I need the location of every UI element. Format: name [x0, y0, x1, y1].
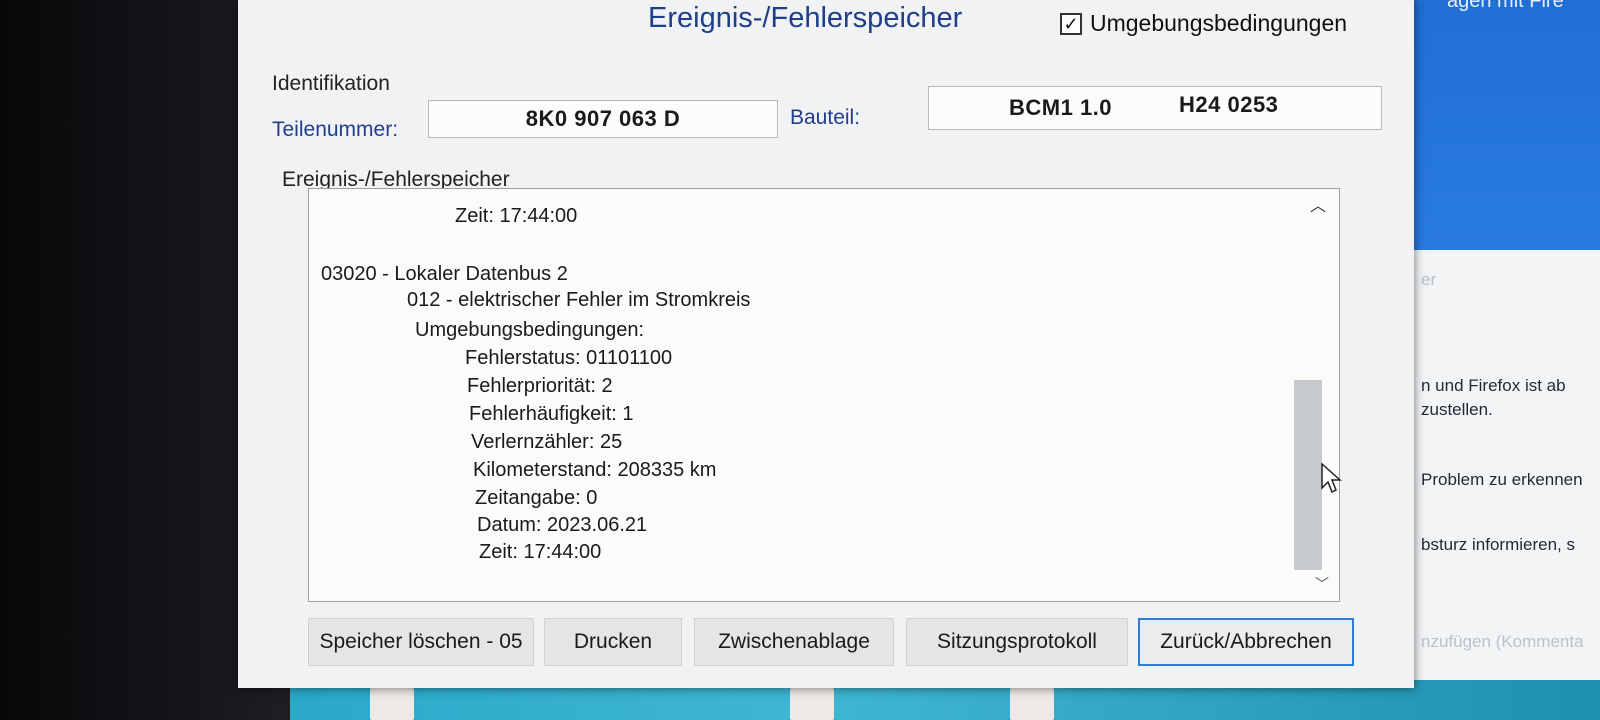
checkmark-icon: ✓ — [1063, 13, 1079, 34]
component-code: H24 0253 — [1179, 92, 1279, 117]
environment-conditions-checkbox[interactable]: ✓ Umgebungsbedingungen — [1060, 10, 1347, 37]
checkbox-box[interactable]: ✓ — [1060, 12, 1082, 35]
taskbar-app-icon[interactable] — [370, 688, 414, 720]
background-window-titlebar: agen mit Fire — [1395, 0, 1600, 250]
print-button[interactable]: Drucken — [544, 618, 682, 666]
part-number-field: 8K0 907 063 D — [428, 100, 778, 138]
part-number-value: 8K0 907 063 D — [525, 106, 681, 131]
scroll-up-icon[interactable]: ︿ — [1310, 192, 1326, 216]
taskbar-app-icon[interactable] — [1010, 688, 1054, 720]
background-text: er — [1421, 270, 1437, 289]
dialog-title: Ereignis-/Fehlerspeicher — [648, 2, 963, 34]
component-name: BCM1 1.0 — [1009, 95, 1113, 120]
log-line: Verlernzähler: 25 — [471, 431, 623, 453]
log-line: Zeit: 17:44:00 — [479, 541, 602, 563]
part-number-label: Teilenummer: — [272, 118, 399, 141]
scrollbar-thumb[interactable] — [1294, 380, 1322, 570]
session-log-button[interactable]: Sitzungsprotokoll — [906, 618, 1128, 666]
identification-label: Identifikation — [272, 72, 390, 95]
clipboard-button[interactable]: Zwischenablage — [694, 618, 894, 666]
mouse-cursor-icon — [1321, 462, 1342, 494]
fault-log-textarea[interactable]: Zeit: 17:44:00 03020 - Lokaler Datenbus … — [308, 188, 1340, 602]
log-line: 03020 - Lokaler Datenbus 2 — [321, 263, 568, 285]
log-line: Umgebungsbedingungen: — [415, 319, 645, 341]
checkbox-label: Umgebungsbedingungen — [1090, 10, 1348, 36]
background-firefox-window: agen mit Fire er n und Firefox ist ab zu… — [1395, 0, 1600, 720]
background-text: bsturz informieren, s — [1421, 535, 1575, 554]
log-line: 012 - elektrischer Fehler im Stromkreis — [407, 289, 751, 311]
log-line: Zeit: 17:44:00 — [455, 205, 578, 227]
log-line: Zeitangabe: 0 — [475, 487, 598, 509]
fault-memory-dialog: Ereignis-/Fehlerspeicher ✓ Umgebungsbedi… — [238, 0, 1414, 688]
scroll-down-icon[interactable]: ﹀ — [1315, 574, 1329, 594]
log-line: Fehlerpriorität: 2 — [467, 375, 613, 397]
component-label: Bauteil: — [790, 106, 861, 129]
back-cancel-button[interactable]: Zurück/Abbrechen — [1138, 618, 1354, 666]
taskbar-app-icon[interactable] — [790, 688, 834, 720]
log-scrollbar[interactable]: ︿ ﹀ — [1288, 188, 1329, 602]
background-text: nzufügen (Kommenta — [1421, 632, 1584, 651]
log-line: Kilometerstand: 208335 km — [473, 459, 717, 481]
clear-memory-button[interactable]: Speicher löschen - 05 — [308, 618, 534, 666]
log-line: Fehlerhäufigkeit: 1 — [469, 403, 634, 425]
log-line: Fehlerstatus: 01101100 — [465, 347, 673, 369]
background-text: n und Firefox ist ab — [1421, 376, 1566, 395]
background-text: zustellen. — [1421, 400, 1493, 419]
background-window-title: agen mit Fire — [1447, 0, 1564, 12]
background-text: Problem zu erkennen — [1421, 470, 1583, 489]
log-line: Datum: 2023.06.21 — [477, 514, 648, 536]
component-field: BCM1 1.0 H24 0253 — [928, 86, 1382, 130]
